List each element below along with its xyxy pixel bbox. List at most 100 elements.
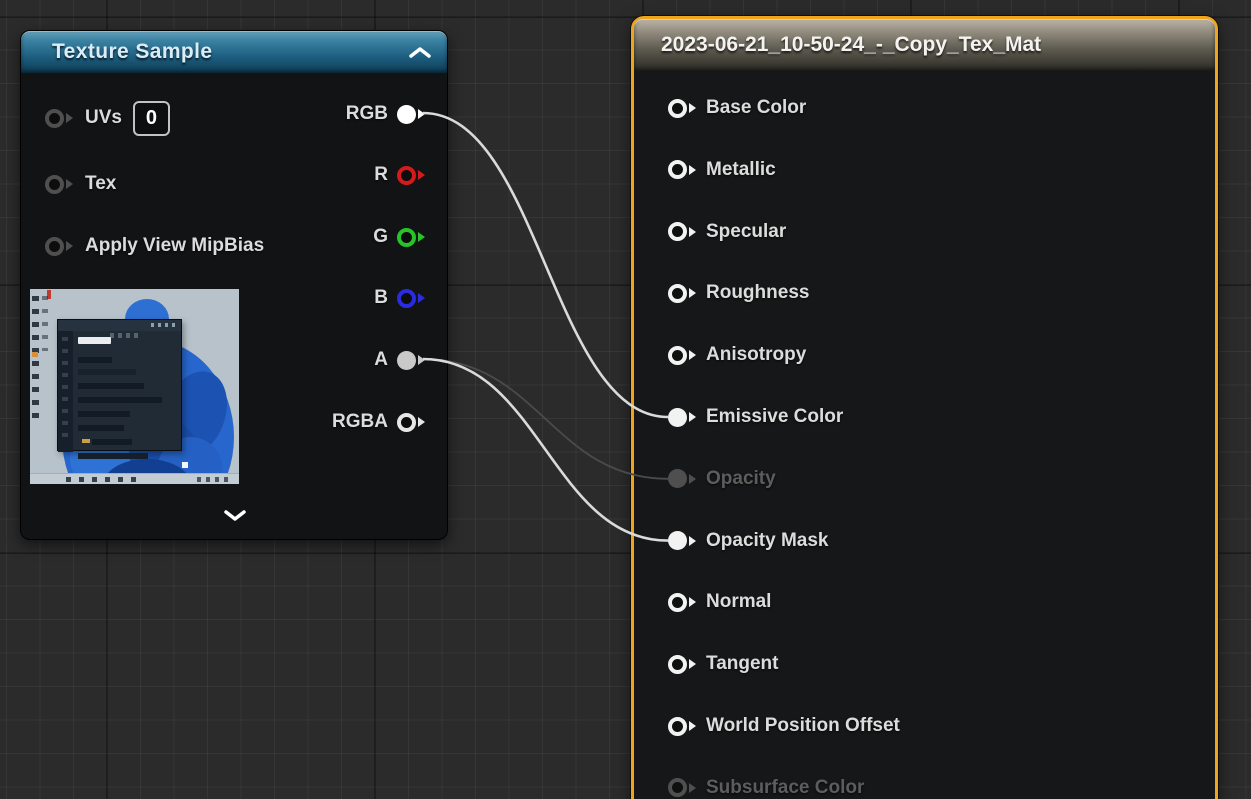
preview-app-window bbox=[57, 319, 182, 451]
node-texture-sample[interactable]: Texture Sample UVs0 Tex Apply View MipBias… bbox=[20, 30, 448, 540]
pin-input-world-position-offset[interactable] bbox=[668, 717, 696, 736]
preview-taskbar-tray bbox=[197, 477, 231, 482]
material-pin-label: Anisotropy bbox=[706, 344, 806, 366]
pin-circle bbox=[668, 99, 687, 118]
texture-sample-title: Texture Sample bbox=[21, 40, 212, 64]
pin-input-emissive-color[interactable] bbox=[668, 408, 696, 427]
preview-window-sidebar bbox=[58, 331, 73, 452]
pin-circle bbox=[668, 469, 687, 488]
pin-arrow bbox=[689, 227, 696, 237]
preview-list-row bbox=[78, 411, 130, 417]
pin-circle bbox=[397, 228, 416, 247]
output-row-b: B bbox=[374, 278, 425, 318]
pin-arrow bbox=[418, 232, 425, 242]
material-row-normal: Normal bbox=[668, 582, 771, 622]
pin-output-r[interactable] bbox=[397, 166, 425, 185]
pin-circle bbox=[397, 413, 416, 432]
pin-output-a[interactable] bbox=[397, 351, 425, 370]
pin-circle bbox=[668, 160, 687, 179]
pin-input-opacity[interactable] bbox=[668, 469, 696, 488]
pin-circle bbox=[397, 105, 416, 124]
pin-input-normal[interactable] bbox=[668, 593, 696, 612]
output-row-rgba: RGBA bbox=[332, 402, 425, 442]
pin-circle bbox=[668, 778, 687, 797]
preview-white-square bbox=[182, 462, 188, 468]
preview-window-toolbar bbox=[110, 333, 142, 338]
pin-input-subsurface-color[interactable] bbox=[668, 778, 696, 797]
texture-sample-header[interactable]: Texture Sample bbox=[21, 31, 447, 73]
pin-circle bbox=[668, 284, 687, 303]
material-pin-label: Base Color bbox=[706, 97, 806, 119]
pin-arrow bbox=[689, 536, 696, 546]
material-title: 2023-06-21_10-50-24_-_Copy_Tex_Mat bbox=[634, 33, 1041, 57]
material-pin-label: Emissive Color bbox=[706, 406, 843, 428]
output-row-rgb: RGB bbox=[346, 94, 425, 134]
input-pin-label: Apply View MipBias bbox=[85, 235, 264, 257]
pin-circle bbox=[397, 351, 416, 370]
material-row-opacity-mask: Opacity Mask bbox=[668, 521, 829, 561]
output-pin-label: A bbox=[374, 349, 388, 371]
pin-arrow bbox=[689, 783, 696, 793]
pin-input-tex[interactable] bbox=[45, 175, 73, 194]
pin-circle bbox=[668, 655, 687, 674]
pin-output-rgb[interactable] bbox=[397, 105, 425, 124]
material-pin-label: Specular bbox=[706, 221, 786, 243]
preview-list-row bbox=[78, 453, 148, 459]
material-row-metallic: Metallic bbox=[668, 150, 776, 190]
node-material-result[interactable]: 2023-06-21_10-50-24_-_Copy_Tex_Mat Base … bbox=[631, 16, 1218, 799]
pin-circle bbox=[668, 222, 687, 241]
pin-circle bbox=[45, 109, 64, 128]
pin-circle bbox=[397, 166, 416, 185]
output-row-a: A bbox=[374, 340, 425, 380]
pin-input-anisotropy[interactable] bbox=[668, 346, 696, 365]
pin-circle bbox=[668, 717, 687, 736]
pin-output-g[interactable] bbox=[397, 228, 425, 247]
preview-desktop-icons-column bbox=[42, 296, 48, 351]
preview-list-row bbox=[78, 383, 144, 389]
preview-taskbar bbox=[30, 473, 239, 484]
pin-input-opacity-mask[interactable] bbox=[668, 531, 696, 550]
pin-arrow bbox=[689, 350, 696, 360]
pin-arrow bbox=[418, 293, 425, 303]
preview-list-row bbox=[78, 357, 112, 363]
pin-output-rgba[interactable] bbox=[397, 413, 425, 432]
pin-input-specular[interactable] bbox=[668, 222, 696, 241]
preview-search-bar bbox=[78, 337, 111, 344]
uvs-value-box[interactable]: 0 bbox=[133, 101, 170, 136]
output-row-g: G bbox=[373, 217, 425, 257]
pin-arrow bbox=[689, 165, 696, 175]
pin-output-b[interactable] bbox=[397, 289, 425, 308]
pin-input-uvs[interactable] bbox=[45, 109, 73, 128]
pin-input-tangent[interactable] bbox=[668, 655, 696, 674]
material-row-tangent: Tangent bbox=[668, 644, 778, 684]
pin-input-apply-view-mipbias[interactable] bbox=[45, 237, 73, 256]
pin-arrow bbox=[418, 417, 425, 427]
output-pin-label: RGBA bbox=[332, 411, 388, 433]
material-pin-label: Metallic bbox=[706, 159, 776, 181]
pin-arrow bbox=[689, 597, 696, 607]
input-pin-label: Tex bbox=[85, 173, 116, 195]
pin-circle bbox=[668, 593, 687, 612]
chevron-up-icon[interactable] bbox=[409, 46, 431, 59]
pin-input-metallic[interactable] bbox=[668, 160, 696, 179]
material-pin-label: Opacity Mask bbox=[706, 530, 829, 552]
output-row-r: R bbox=[374, 155, 425, 195]
pin-arrow bbox=[689, 721, 696, 731]
material-header[interactable]: 2023-06-21_10-50-24_-_Copy_Tex_Mat bbox=[634, 19, 1215, 71]
input-row-uvs: UVs0 bbox=[45, 98, 170, 138]
preview-list-row bbox=[78, 397, 162, 403]
preview-desktop-icons-column bbox=[32, 296, 39, 421]
chevron-down-icon[interactable] bbox=[224, 509, 246, 522]
pin-input-roughness[interactable] bbox=[668, 284, 696, 303]
pin-arrow bbox=[66, 241, 73, 251]
material-pin-label: Roughness bbox=[706, 282, 809, 304]
pin-circle bbox=[668, 346, 687, 365]
preview-desktop-icon bbox=[32, 352, 38, 357]
graph-canvas[interactable]: Texture Sample UVs0 Tex Apply View MipBias… bbox=[0, 0, 1251, 799]
pin-circle bbox=[397, 289, 416, 308]
material-row-opacity: Opacity bbox=[668, 459, 776, 499]
input-row-tex: Tex bbox=[45, 164, 116, 204]
pin-circle bbox=[668, 408, 687, 427]
pin-input-base-color[interactable] bbox=[668, 99, 696, 118]
preview-taskbar-icons bbox=[66, 477, 144, 482]
